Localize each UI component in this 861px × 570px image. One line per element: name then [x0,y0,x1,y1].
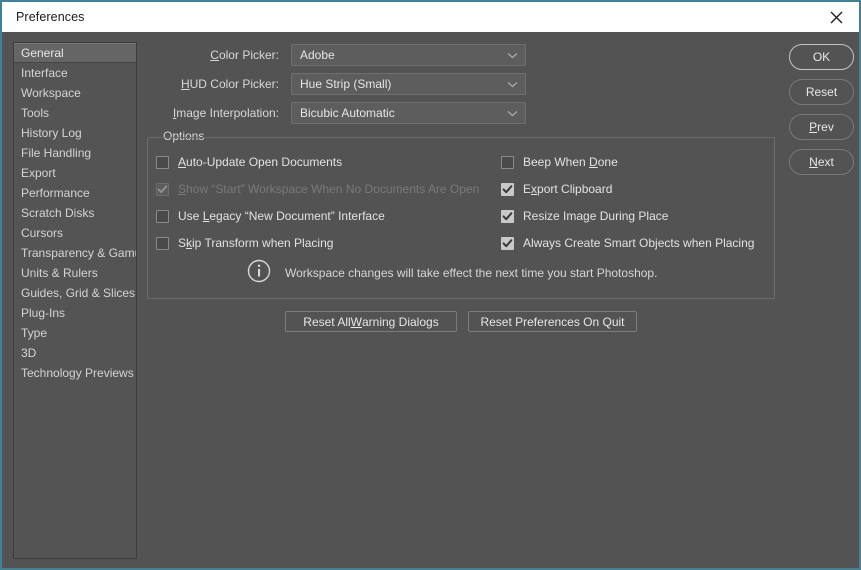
sidebar-item-technology-previews[interactable]: Technology Previews [14,363,136,383]
sidebar-item-label: Transparency & Gamut [21,246,137,260]
button-ok[interactable]: OK [789,44,854,70]
sidebar-item-cursors[interactable]: Cursors [14,223,136,243]
sidebar-item-label: Plug-Ins [21,306,66,320]
checkbox-label: Export Clipboard [523,182,613,196]
sidebar-item-label: Guides, Grid & Slices [21,286,136,300]
select-image-interpolation[interactable]: Bicubic Automatic [291,102,526,124]
sidebar-item-general[interactable]: General [14,43,136,63]
sidebar-item-export[interactable]: Export [14,163,136,183]
checkbox-label: Show “Start” Workspace When No Documents… [178,182,480,196]
chevron-down-icon [507,74,518,94]
preferences-dialog: Preferences General Interface Workspace Too… [0,0,861,570]
sidebar-item-label: History Log [21,126,82,140]
field-label-color-picker: Color Picker: [210,48,279,62]
sidebar-item-label: Workspace [21,86,81,100]
button-reset-all-warning-dialogs[interactable]: Reset All Warning Dialogs [285,311,457,332]
checkbox-row-export-clipboard[interactable]: Export Clipboard [501,180,612,198]
checkbox-row-skip-transform-when-placing[interactable]: Skip Transform when Placing [156,234,333,252]
checkbox-row-show-start-workspace-when-no-documents-are-open: Show “Start” Workspace When No Documents… [156,180,479,198]
sidebar-item-label: General [21,46,64,60]
checkbox-resize-image-during-place[interactable] [501,209,514,223]
sidebar-item-plug-ins[interactable]: Plug-Ins [14,303,136,323]
field-row-hud-color-picker: HUD Color Picker: Hue Strip (Small) [147,73,526,95]
checkbox-beep-when-done[interactable] [501,155,514,169]
checkbox-row-use-legacy-new-document-interface[interactable]: Use Legacy “New Document” Interface [156,207,385,225]
select-color-picker[interactable]: Adobe [291,44,526,66]
checkbox-use-legacy-new-document-interface[interactable] [156,209,169,223]
sidebar-item-scratch-disks[interactable]: Scratch Disks [14,203,136,223]
close-button[interactable] [813,2,859,32]
field-row-image-interpolation: Image Interpolation: Bicubic Automatic [147,102,526,124]
sidebar-item-file-handling[interactable]: File Handling [14,143,136,163]
info-icon [247,259,271,288]
sidebar-item-label: File Handling [21,146,92,160]
checkbox-label: Use Legacy “New Document” Interface [178,209,385,223]
sidebar-item-label: Technology Previews [21,366,134,380]
checkbox-show-start-workspace-when-no-documents-are-open [156,182,169,196]
title-bar: Preferences [2,2,859,32]
checkbox-row-beep-when-done[interactable]: Beep When Done [501,153,618,171]
select-value: Hue Strip (Small) [300,77,392,91]
sidebar-item-workspace[interactable]: Workspace [14,83,136,103]
sidebar-item-label: Export [21,166,56,180]
button-reset-preferences-on-quit[interactable]: Reset Preferences On Quit [468,311,637,332]
button-reset[interactable]: Reset [789,79,854,105]
chevron-down-icon [507,45,518,65]
sidebar-item-units-rulers[interactable]: Units & Rulers [14,263,136,283]
sidebar-item-label: 3D [21,346,37,360]
checkbox-row-auto-update-open-documents[interactable]: Auto-Update Open Documents [156,153,342,171]
sidebar-item-label: Cursors [21,226,64,240]
field-label-image-interpolation: Image Interpolation: [172,106,279,120]
select-hud-color-picker[interactable]: Hue Strip (Small) [291,73,526,95]
checkbox-label: Resize Image During Place [523,209,669,223]
button-next[interactable]: Next [789,149,854,175]
select-value: Adobe [300,48,335,62]
sidebar-item-history-log[interactable]: History Log [14,123,136,143]
sidebar-item-label: Type [21,326,48,340]
workspace-note-text: Workspace changes will take effect the n… [285,266,658,280]
sidebar-item-guides-grid-slices[interactable]: Guides, Grid & Slices [14,283,136,303]
checkbox-row-resize-image-during-place[interactable]: Resize Image During Place [501,207,668,225]
checkbox-label: Skip Transform when Placing [178,236,334,250]
button-prev[interactable]: Prev [789,114,854,140]
sidebar-item-interface[interactable]: Interface [14,63,136,83]
preferences-category-list[interactable]: General Interface Workspace Tools History Lo… [13,42,137,559]
checkbox-row-always-create-smart-objects-when-placing[interactable]: Always Create Smart Objects when Placing [501,234,754,252]
checkbox-always-create-smart-objects-when-placing[interactable] [501,236,514,250]
field-label-hud-color-picker: HUD Color Picker: [180,77,279,91]
sidebar-item-label: Scratch Disks [21,206,95,220]
select-value: Bicubic Automatic [300,106,395,120]
sidebar-item-label: Interface [21,66,68,80]
sidebar-item-label: Performance [21,186,90,200]
checkbox-label: Always Create Smart Objects when Placing [523,236,755,250]
workspace-note: Workspace changes will take effect the n… [247,259,658,288]
checkbox-skip-transform-when-placing[interactable] [156,236,169,250]
checkbox-auto-update-open-documents[interactable] [156,155,169,169]
checkbox-export-clipboard[interactable] [501,182,514,196]
sidebar-item-label: Units & Rulers [21,266,98,280]
sidebar-item-label: Tools [21,106,50,120]
chevron-down-icon [507,103,518,123]
field-row-color-picker: Color Picker: Adobe [147,44,526,66]
sidebar-item-3d[interactable]: 3D [14,343,136,363]
sidebar-item-transparency-gamut[interactable]: Transparency & Gamut [14,243,136,263]
window-title: Preferences [16,10,85,24]
sidebar-item-performance[interactable]: Performance [14,183,136,203]
sidebar-item-tools[interactable]: Tools [14,103,136,123]
close-icon [830,11,843,24]
checkbox-label: Auto-Update Open Documents [178,155,343,169]
sidebar-item-type[interactable]: Type [14,323,136,343]
checkbox-label: Beep When Done [523,155,618,169]
